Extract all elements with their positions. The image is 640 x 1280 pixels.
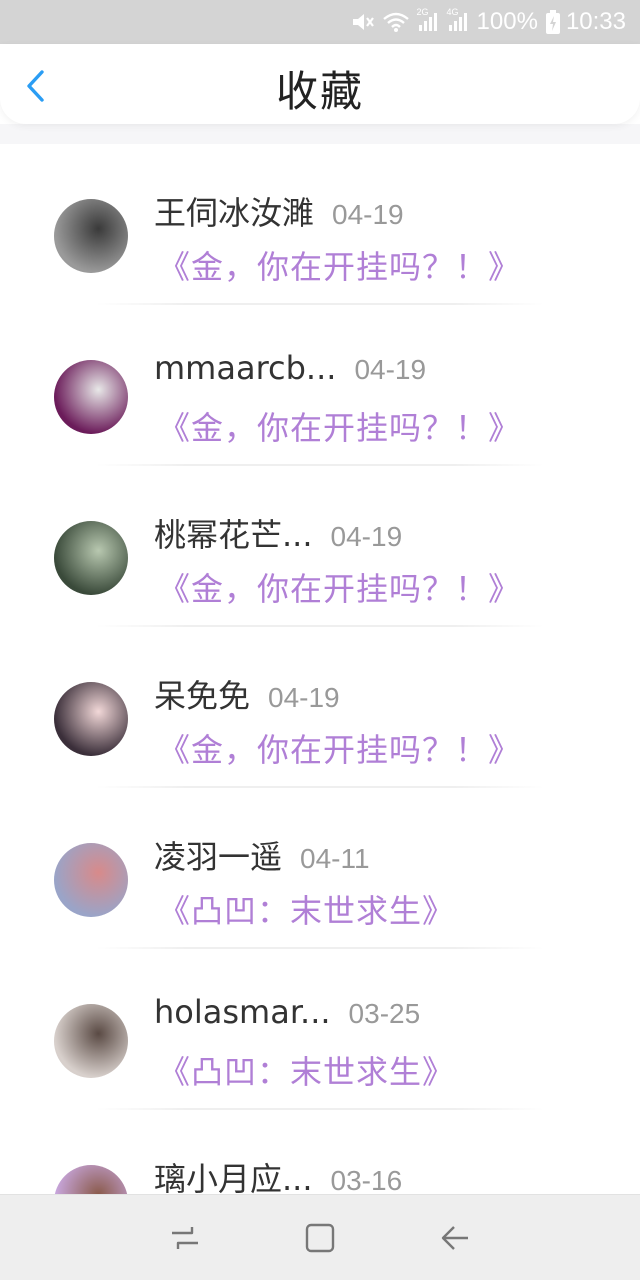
- date-label: 04-19: [354, 354, 427, 385]
- avatar[interactable]: [54, 521, 128, 595]
- user-name[interactable]: mmaarcb... 04-19: [154, 349, 426, 387]
- date-label: 04-19: [332, 199, 404, 230]
- book-title-link[interactable]: 《金，你在开挂吗？！》: [158, 564, 521, 610]
- user-name[interactable]: holasmar... 03-25: [154, 993, 420, 1031]
- date-label: 03-25: [348, 998, 421, 1029]
- avatar[interactable]: [54, 843, 128, 917]
- date-label: 04-19: [330, 521, 403, 552]
- user-name-text: mmaarcb...: [154, 349, 337, 387]
- book-title-link[interactable]: 《金，你在开挂吗？！》: [158, 242, 521, 288]
- battery-percent: 100%: [476, 8, 538, 35]
- status-bar: 2G 4G 100% 10:33: [0, 0, 640, 44]
- clock: 10:33: [565, 8, 626, 35]
- recent-apps-button[interactable]: [165, 1218, 205, 1258]
- user-name-text: holasmar...: [154, 993, 331, 1031]
- system-back-button[interactable]: [435, 1218, 475, 1258]
- avatar[interactable]: [54, 199, 128, 273]
- user-name[interactable]: 呆免免 04-19: [154, 671, 340, 717]
- user-name[interactable]: 璃小月应... 03-16: [154, 1154, 402, 1194]
- book-title-link[interactable]: 《凸凹：末世求生》: [158, 886, 455, 932]
- user-name-text: 呆免免: [154, 677, 251, 715]
- book-title-link[interactable]: 《凸凹：末世求生》: [158, 1047, 455, 1093]
- user-name[interactable]: 桃幂花芒... 04-19: [154, 510, 402, 556]
- signal-icon-2g: 2G: [417, 7, 439, 33]
- app-header: 收藏: [0, 44, 640, 124]
- avatar[interactable]: [54, 1004, 128, 1078]
- recent-apps-icon: [172, 1226, 199, 1249]
- list-item[interactable]: 王伺冰汝濉 04-19 《金，你在开挂吗？！》: [0, 144, 640, 305]
- battery-charging-icon: [545, 10, 560, 34]
- signal-icon-4g: 4G: [447, 7, 469, 33]
- avatar[interactable]: [54, 360, 128, 434]
- page-title: 收藏: [275, 66, 364, 116]
- list-item[interactable]: 桃幂花芒... 04-19 《金，你在开挂吗？！》: [0, 466, 640, 627]
- book-title-link[interactable]: 《金，你在开挂吗？！》: [158, 403, 521, 449]
- user-name-text: 王伺冰汝濉: [154, 194, 315, 232]
- list-item[interactable]: 呆免免 04-19 《金，你在开挂吗？！》: [0, 627, 640, 788]
- avatar[interactable]: [54, 1165, 128, 1194]
- book-title-link[interactable]: 《金，你在开挂吗？！》: [158, 725, 521, 771]
- wifi-icon: [382, 11, 409, 33]
- favorites-list[interactable]: 王伺冰汝濉 04-19 《金，你在开挂吗？！》 mmaarcb... 04-19 《金，你…: [0, 144, 640, 1194]
- home-button[interactable]: [300, 1218, 340, 1258]
- date-label: 03-16: [330, 1165, 403, 1194]
- user-name-text: 璃小月应...: [154, 1160, 313, 1194]
- user-name[interactable]: 凌羽一遥 04-11: [154, 832, 370, 878]
- user-name[interactable]: 王伺冰汝濉 04-19: [154, 188, 404, 234]
- list-item[interactable]: mmaarcb... 04-19 《金，你在开挂吗？！》: [0, 305, 640, 466]
- list-item[interactable]: 凌羽一遥 04-11 《凸凹：末世求生》: [0, 788, 640, 949]
- back-arrow-icon: [441, 1225, 468, 1250]
- list-item[interactable]: holasmar... 03-25 《凸凹：末世求生》: [0, 949, 640, 1110]
- date-label: 04-19: [268, 682, 340, 713]
- user-name-text: 凌羽一遥: [154, 838, 283, 876]
- favorites-screen: 2G 4G 100% 10:33 收藏 王伺冰汝濉 04-19 《金，你在开挂吗…: [0, 0, 640, 1280]
- system-nav-bar: [0, 1194, 640, 1280]
- list-item[interactable]: 璃小月应... 03-16: [0, 1110, 640, 1194]
- avatar[interactable]: [54, 682, 128, 756]
- network-4g-label: 4G: [446, 7, 459, 17]
- network-2g-label: 2G: [416, 7, 429, 17]
- home-icon: [305, 1223, 335, 1252]
- mute-icon: [351, 11, 375, 33]
- user-name-text: 桃幂花芒...: [154, 516, 313, 554]
- date-label: 04-11: [300, 843, 370, 874]
